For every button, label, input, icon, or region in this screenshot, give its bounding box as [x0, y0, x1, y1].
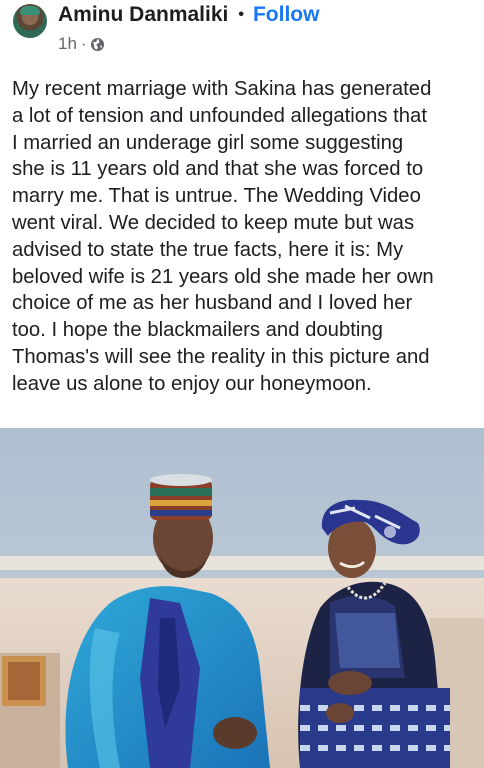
post-meta: 1h ·	[58, 33, 105, 55]
post-header: Aminu Danmaliki • Follow 1h ·	[0, 0, 484, 60]
avatar[interactable]	[13, 4, 47, 38]
post-text: My recent marriage with Sakina has gener…	[12, 78, 434, 395]
follow-button[interactable]: Follow	[253, 3, 320, 27]
author-name[interactable]: Aminu Danmaliki	[58, 3, 228, 27]
globe-icon[interactable]	[90, 37, 105, 52]
author-row: Aminu Danmaliki • Follow	[58, 2, 319, 28]
post-photo[interactable]	[0, 428, 484, 768]
separator-dot: •	[238, 6, 244, 23]
post-time[interactable]: 1h	[58, 34, 77, 54]
meta-separator: ·	[80, 34, 87, 53]
